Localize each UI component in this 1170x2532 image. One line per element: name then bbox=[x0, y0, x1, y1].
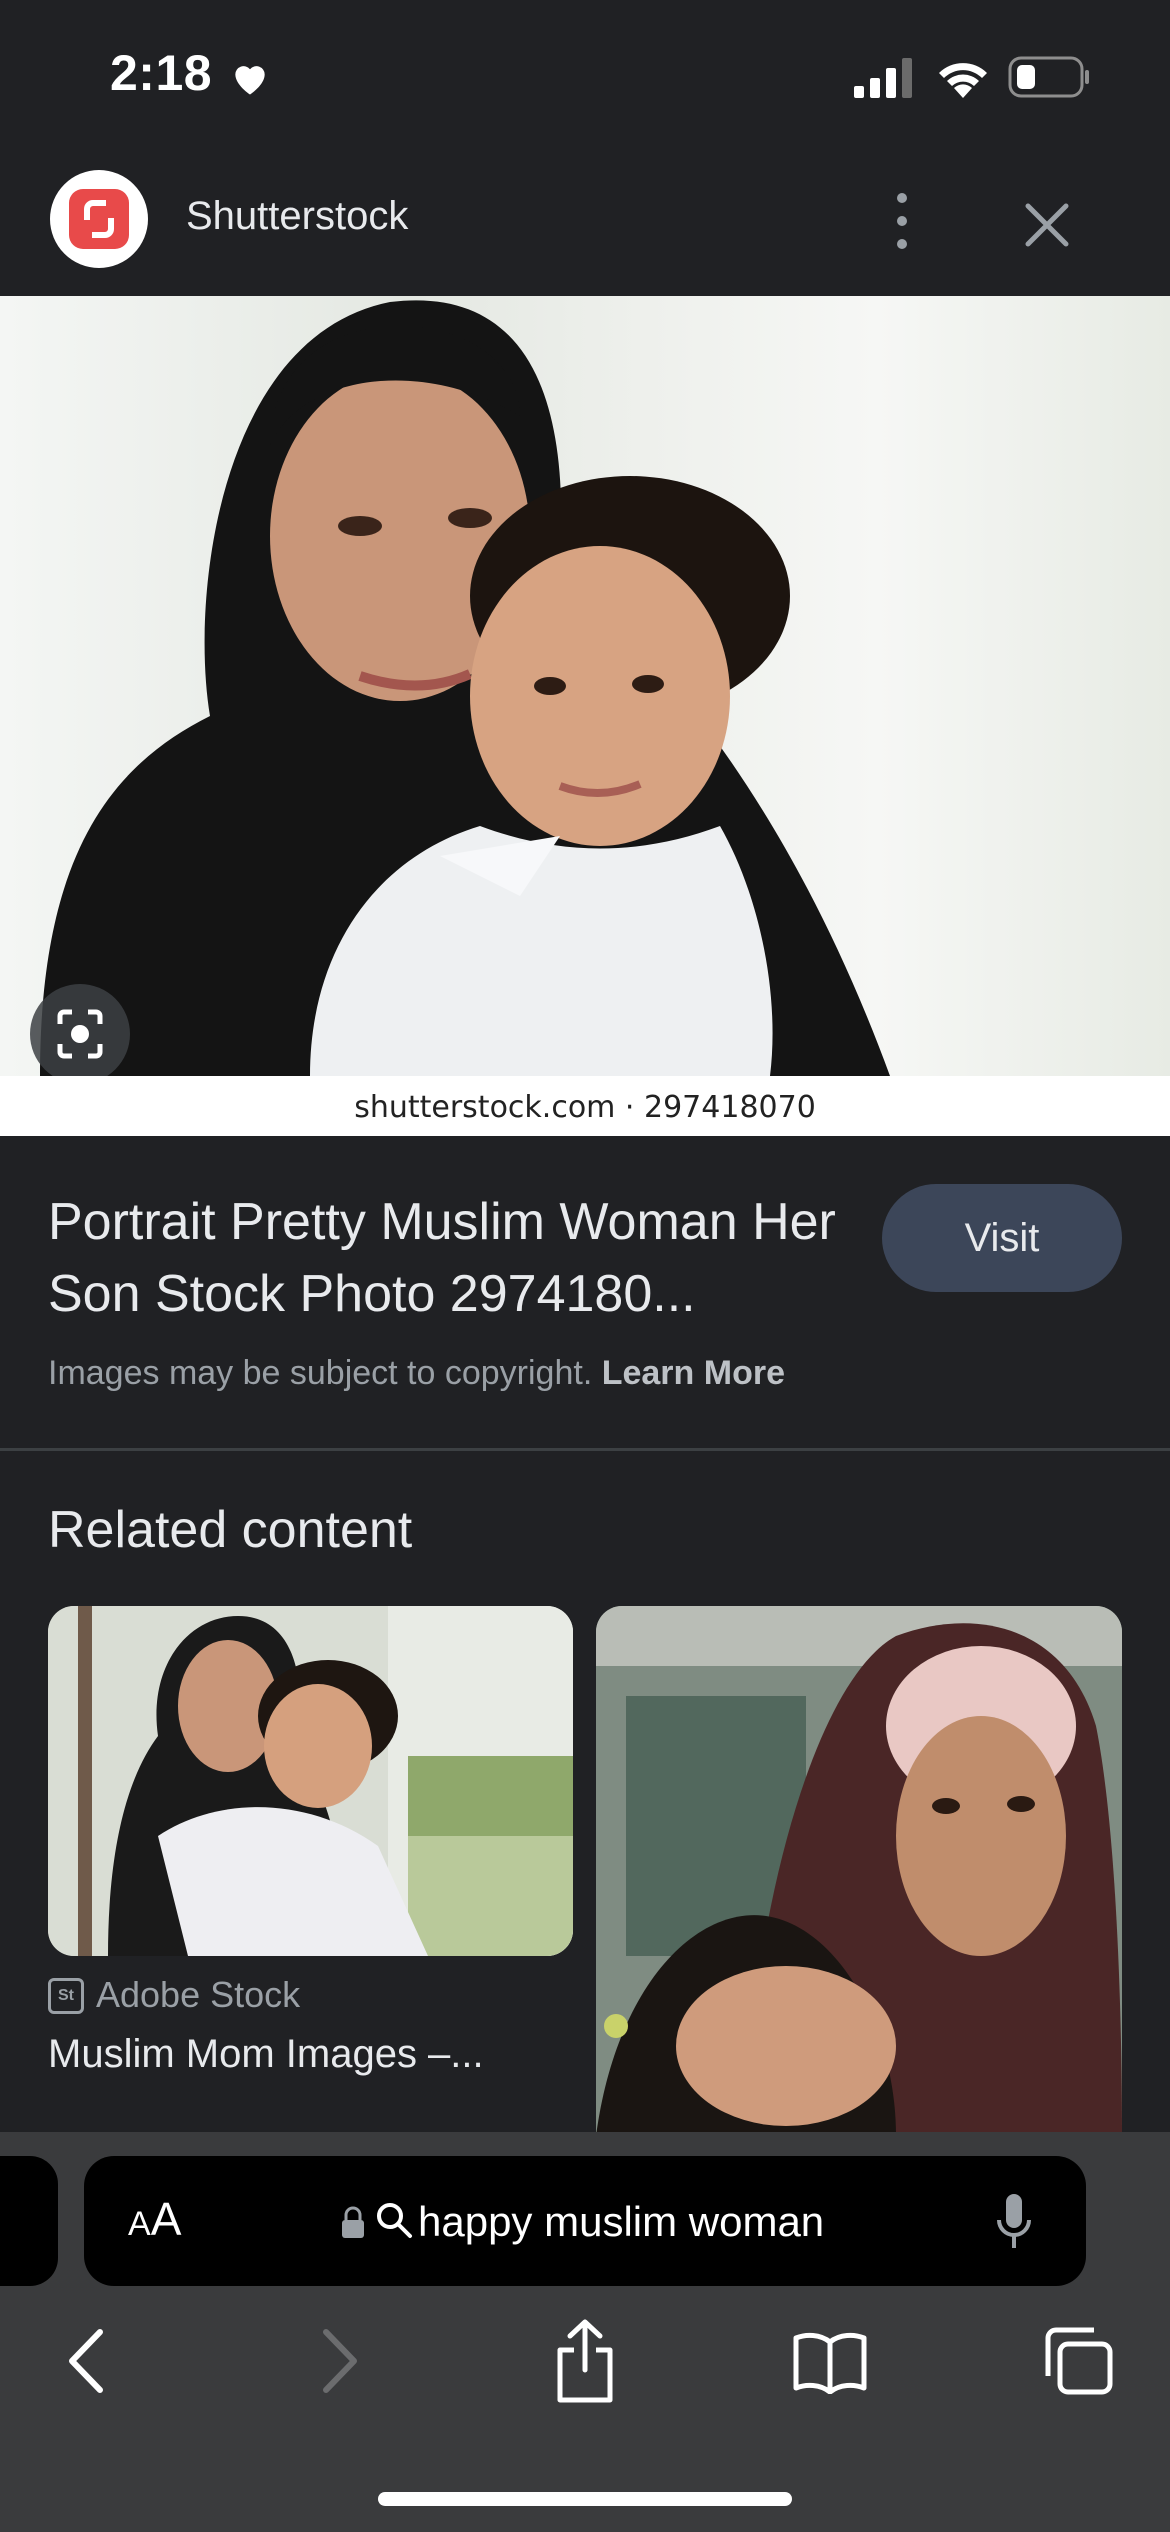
status-time: 2:18 bbox=[110, 45, 213, 101]
share-icon[interactable] bbox=[552, 2318, 618, 2404]
photo-mom-hugging-son bbox=[48, 1606, 573, 1956]
cellular-signal-icon bbox=[854, 58, 912, 98]
site-name[interactable]: Shutterstock bbox=[186, 194, 408, 239]
previous-tab-preview[interactable] bbox=[0, 2156, 58, 2286]
wifi-icon bbox=[939, 63, 987, 98]
back-icon[interactable] bbox=[62, 2324, 112, 2398]
close-icon[interactable] bbox=[1014, 192, 1080, 258]
shutterstock-logo-icon[interactable] bbox=[50, 170, 148, 268]
site-header: Shutterstock bbox=[0, 150, 1170, 296]
home-indicator[interactable] bbox=[378, 2492, 792, 2506]
related-source-name: Adobe Stock bbox=[96, 1974, 301, 2015]
learn-more-link[interactable]: Learn More bbox=[602, 1354, 785, 1392]
microphone-icon[interactable] bbox=[994, 2190, 1034, 2254]
bookmarks-icon[interactable] bbox=[792, 2330, 868, 2394]
photo-mother-and-son bbox=[40, 300, 890, 1076]
visit-button[interactable]: Visit bbox=[882, 1184, 1122, 1292]
address-bar-query[interactable]: happy muslim woman bbox=[418, 2198, 824, 2246]
copyright-text: Images may be subject to copyright. bbox=[48, 1354, 593, 1392]
result-info: Portrait Pretty Muslim Woman Her Son Sto… bbox=[0, 1136, 1170, 1450]
related-image-2[interactable] bbox=[596, 1606, 1122, 2136]
aa-large-letter: A bbox=[150, 2193, 182, 2245]
result-title[interactable]: Portrait Pretty Muslim Woman Her Son Sto… bbox=[48, 1186, 848, 1330]
tabs-icon[interactable] bbox=[1042, 2326, 1114, 2396]
aa-small-letter: A bbox=[128, 2205, 151, 2243]
related-card-title[interactable]: Muslim Mom Images –... bbox=[48, 2032, 573, 2077]
heart-icon bbox=[235, 66, 265, 95]
google-lens-icon[interactable] bbox=[30, 984, 130, 1084]
copyright-notice: Images may be subject to copyright. Lear… bbox=[48, 1354, 785, 1393]
adobe-stock-icon: St bbox=[48, 1978, 84, 2014]
related-content-heading: Related content bbox=[48, 1501, 413, 1559]
section-divider bbox=[0, 1448, 1170, 1451]
image-credit: shutterstock.com · 297418070 bbox=[354, 1090, 816, 1125]
result-image[interactable]: shutterstock.com · 297418070 bbox=[0, 296, 1170, 1136]
photo-woman-in-hijab-with-girl bbox=[596, 1606, 1122, 2136]
search-icon bbox=[377, 2203, 412, 2238]
status-bar: 2:18 bbox=[0, 0, 1170, 150]
related-image-1[interactable] bbox=[48, 1606, 573, 1956]
battery-icon bbox=[1008, 56, 1089, 98]
more-options-icon[interactable] bbox=[878, 186, 926, 256]
forward-icon[interactable] bbox=[314, 2324, 364, 2398]
reader-settings-button[interactable]: AA bbox=[128, 2192, 181, 2246]
lock-icon bbox=[342, 2206, 364, 2238]
